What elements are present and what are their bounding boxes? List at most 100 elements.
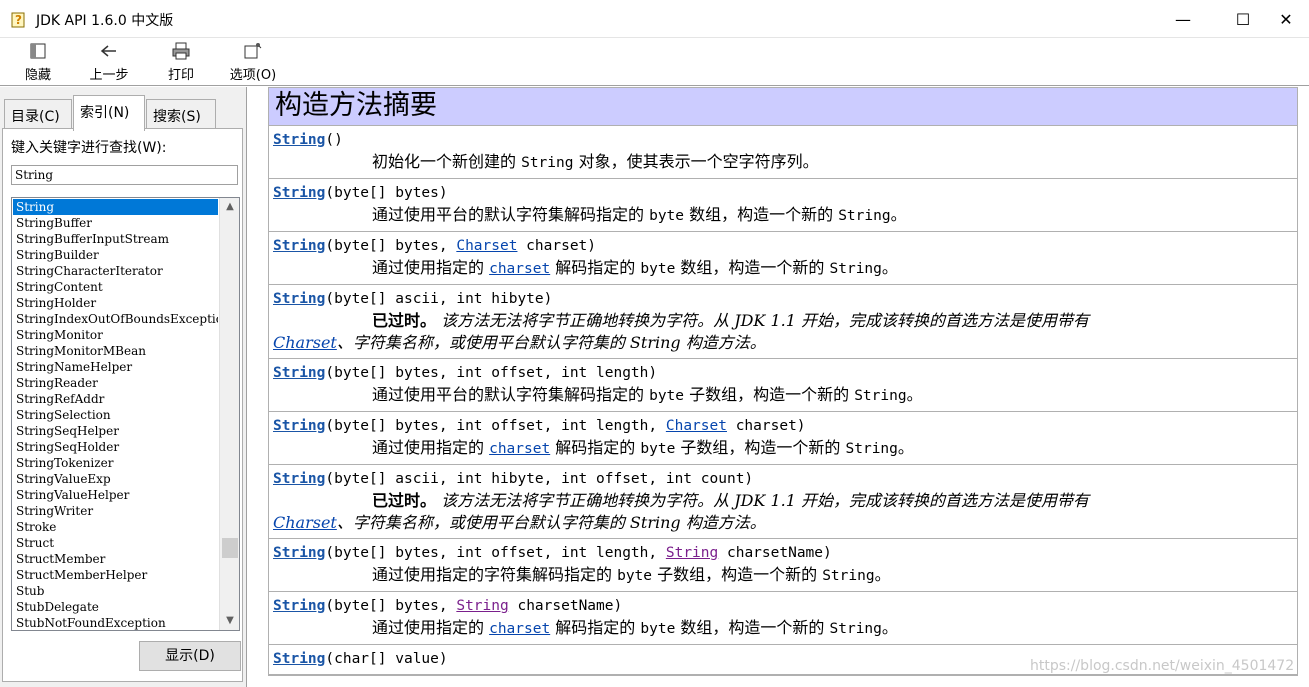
index-list-item[interactable]: StringMonitor [13,327,218,343]
desc-text: 子数组，构造一个新的 [652,565,823,584]
desc-text: 通过使用指定的 [372,438,490,457]
deprecated-text: 该方法无法将字节正确地转换为字符。从 JDK 1.1 开始，完成该转换的首选方法… [436,311,1090,330]
index-list-item[interactable]: Stroke [13,519,218,535]
index-scrollbar[interactable]: ▲ ▼ [219,198,239,630]
param-type-link[interactable]: Charset [666,418,727,434]
index-list-item[interactable]: StubDelegate [13,599,218,615]
tab-index[interactable]: 索引(N) [73,95,145,131]
desc-code: byte [649,388,685,404]
desc-text: 数组，构造一个新的 [684,205,839,224]
index-list-item[interactable]: StringCharacterIterator [13,263,218,279]
constructor-params: () [325,132,343,148]
index-list-item[interactable]: StringSelection [13,407,218,423]
deprecated-note: 已过时。 该方法无法将字节正确地转换为字符。从 JDK 1.1 开始，完成该转换… [273,310,1293,332]
index-tab-panel: 键入关键字进行查找(W): String String StringBuffer S… [2,128,243,682]
back-label: 上一步 [89,68,129,83]
constructor-row: String(byte[] bytes, int offset, int len… [269,412,1297,465]
constructor-link[interactable]: String [273,545,325,561]
keyword-label: 键入关键字进行查找(W): [11,140,167,156]
desc-text: 。 [881,618,898,637]
constructor-link[interactable]: String [273,238,325,254]
desc-code: String [829,621,882,637]
hide-button[interactable]: 隐藏 [16,40,60,84]
constructor-link[interactable]: String [273,471,325,487]
scroll-down-icon[interactable]: ▼ [220,612,239,630]
index-list-item[interactable]: StringValueExp [13,471,218,487]
scroll-up-icon[interactable]: ▲ [220,198,239,216]
charset-link[interactable]: charset [489,441,550,457]
constructor-description: 通过使用指定的 charset 解码指定的 byte 数组，构造一个新的 Str… [273,617,1293,640]
constructor-link[interactable]: String [273,365,325,381]
constructor-link[interactable]: String [273,132,325,148]
constructor-link[interactable]: String [273,598,325,614]
param-type-link[interactable]: String [456,598,508,614]
constructor-description: 通过使用平台的默认字符集解码指定的 byte 子数组，构造一个新的 String… [273,384,1293,407]
print-button[interactable]: 打印 [158,40,204,84]
index-list-item[interactable]: String [13,199,218,215]
constructor-link[interactable]: String [273,651,325,667]
scroll-thumb[interactable] [222,538,238,558]
index-list-item[interactable]: StringSeqHolder [13,439,218,455]
desc-text: 解码指定的 [550,618,641,637]
index-list-item[interactable]: StringWriter [13,503,218,519]
param-type-link[interactable]: String [666,545,718,561]
index-list-item[interactable]: StringTokenizer [13,455,218,471]
index-list-item[interactable]: StringSeqHelper [13,423,218,439]
desc-code: String [822,568,875,584]
deprecated-label: 已过时。 [372,311,437,330]
index-list-item[interactable]: StructMemberHelper [13,567,218,583]
constructor-row: String(byte[] bytes, String charsetName)… [269,592,1297,645]
desc-code: String [854,388,907,404]
constructor-row: String(byte[] bytes) 通过使用平台的默认字符集解码指定的 by… [269,179,1297,232]
constructor-link[interactable]: String [273,291,325,307]
index-list-item[interactable]: StringContent [13,279,218,295]
keyword-input[interactable]: String [11,165,238,185]
index-list-item[interactable]: StringReader [13,375,218,391]
index-list-item[interactable]: StringNameHelper [13,359,218,375]
minimize-button[interactable]: — [1160,0,1206,38]
watermark: https://blog.csdn.net/weixin_4501472 [1030,658,1295,674]
index-list-item[interactable]: StubNotFoundException [13,615,218,630]
index-list-item[interactable]: StringIndexOutOfBoundsException [13,311,218,327]
index-list-item[interactable]: StringBufferInputStream [13,231,218,247]
constructor-params: (char[] value) [325,651,448,667]
document-pane[interactable]: 构造方法摘要 String() 初始化一个新创建的 String 对象，使其表示一… [248,87,1309,687]
constructor-link[interactable]: String [273,418,325,434]
tab-contents[interactable]: 目录(C) [4,99,72,129]
index-list-item[interactable]: StringRefAddr [13,391,218,407]
constructor-params: (byte[] bytes, int offset, int length, [325,418,666,434]
index-list-item[interactable]: Struct [13,535,218,551]
charset-link[interactable]: charset [489,261,550,277]
options-button[interactable]: 选项(O) [222,40,284,84]
index-listbox[interactable]: String StringBuffer StringBufferInputStrea… [11,197,240,631]
constructor-signature: String(byte[] bytes, String charsetName) [273,595,1293,617]
index-list-item[interactable]: StringMonitorMBean [13,343,218,359]
desc-code: byte [617,568,653,584]
charset-link[interactable]: charset [489,621,550,637]
index-list-items: String StringBuffer StringBufferInputStrea… [13,199,218,630]
charset-link[interactable]: Charset [273,513,337,532]
constructor-params-rest: charsetName) [508,598,623,614]
back-button[interactable]: 上一步 [80,40,138,84]
constructor-link[interactable]: String [273,185,325,201]
index-list-item[interactable]: StringBuilder [13,247,218,263]
desc-text: 子数组，构造一个新的 [684,385,855,404]
desc-text: 通过使用平台的默认字符集解码指定的 [372,385,650,404]
desc-text: 。 [881,258,898,277]
maximize-button[interactable]: ☐ [1220,0,1266,38]
param-type-link[interactable]: Charset [456,238,517,254]
index-list-item[interactable]: StringValueHelper [13,487,218,503]
constructor-description: 初始化一个新创建的 String 对象，使其表示一个空字符序列。 [273,151,1293,174]
tab-search[interactable]: 搜索(S) [146,99,216,129]
index-list-item[interactable]: StructMember [13,551,218,567]
constructor-row: String() 初始化一个新创建的 String 对象，使其表示一个空字符序列。 [269,126,1297,179]
close-button[interactable]: ✕ [1263,0,1309,38]
charset-link[interactable]: Charset [273,333,337,352]
index-list-item[interactable]: Stub [13,583,218,599]
show-button[interactable]: 显示(D) [139,641,241,671]
desc-code: String [521,155,574,171]
desc-text: 数组，构造一个新的 [675,258,830,277]
index-list-item[interactable]: StringHolder [13,295,218,311]
index-list-item[interactable]: StringBuffer [13,215,218,231]
constructor-params: (byte[] bytes, [325,598,457,614]
